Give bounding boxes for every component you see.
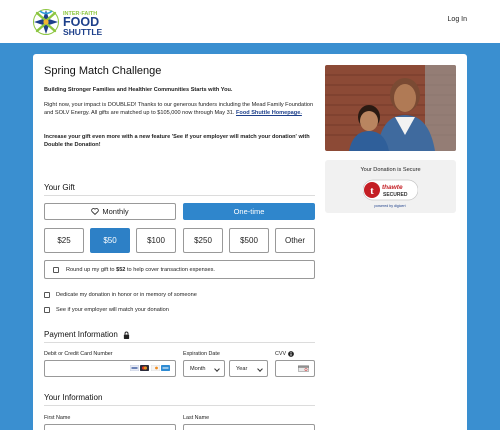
roundup-prefix: Round up my gift to	[66, 266, 115, 273]
employer-cta: Increase your gift even more with a new …	[44, 134, 310, 149]
svg-text:SHUTTLE: SHUTTLE	[63, 27, 103, 37]
homepage-link[interactable]: Food Shuttle Homepage.	[236, 110, 302, 116]
svg-text:powered by digicert: powered by digicert	[374, 204, 405, 208]
frequency-onetime-button[interactable]: One-time	[183, 203, 315, 220]
amount-100-button[interactable]: $100	[136, 228, 176, 253]
roundup-option[interactable]: Round up my gift to $52 to help cover tr…	[44, 260, 315, 279]
frequency-monthly-label: Monthly	[102, 207, 129, 216]
svg-text:thawte: thawte	[382, 184, 403, 191]
chevron-down-icon	[214, 366, 220, 372]
top-bar: INTER·FAITH FOOD SHUTTLE Log In	[0, 0, 500, 43]
chevron-down-icon	[257, 366, 263, 372]
discover-icon	[150, 365, 160, 371]
roundup-suffix: to help cover transaction expenses.	[126, 266, 215, 273]
interfaith-food-shuttle-logo[interactable]: INTER·FAITH FOOD SHUTTLE	[33, 6, 133, 38]
first-name-input[interactable]	[44, 424, 176, 430]
your-information-heading: Your Information	[44, 393, 103, 402]
divider	[44, 405, 315, 406]
thawte-seal[interactable]: t thawte SECURED powered by digicert	[363, 179, 418, 209]
employer-match-option[interactable]: See if your employer will match your don…	[44, 307, 169, 313]
campaign-photo	[325, 65, 456, 151]
roundup-amount: $52	[116, 266, 126, 273]
payment-heading-text: Payment Information	[44, 330, 118, 339]
heart-icon	[91, 208, 100, 215]
frequency-onetime-label: One-time	[233, 207, 265, 216]
info-icon[interactable]	[288, 351, 294, 357]
divider	[44, 342, 315, 343]
year-value: Year	[236, 365, 248, 372]
amount-other-button[interactable]: Other	[275, 228, 315, 253]
expiration-label: Expiration Date	[183, 351, 220, 357]
svg-text:t: t	[370, 185, 374, 197]
card-number-input[interactable]	[44, 360, 176, 377]
lock-icon	[123, 331, 129, 339]
security-badge-panel: Your Donation is Secure t thawte SECURED…	[325, 160, 456, 213]
card-number-label: Debit or Credit Card Number	[44, 351, 113, 357]
amount-25-button[interactable]: $25	[44, 228, 84, 253]
roundup-checkbox[interactable]	[53, 266, 59, 273]
your-gift-heading: Your Gift	[44, 183, 75, 192]
cvv-label-row: CVV	[275, 351, 294, 357]
card-brands	[129, 365, 170, 371]
visa-icon	[129, 365, 139, 371]
login-link[interactable]: Log In	[448, 16, 467, 23]
mastercard-icon	[140, 365, 149, 371]
amex-icon	[161, 365, 170, 371]
employer-match-label: See if your employer will match your don…	[56, 307, 169, 313]
svg-text:SECURED: SECURED	[383, 192, 408, 198]
dedicate-label: Dedicate my donation in honor or in memo…	[56, 292, 197, 298]
expiration-month-select[interactable]: Month	[183, 360, 225, 377]
divider	[44, 195, 315, 196]
employer-match-checkbox[interactable]	[44, 307, 50, 313]
cvv-card-icon	[298, 365, 309, 372]
last-name-label: Last Name	[183, 415, 210, 421]
amount-250-button[interactable]: $250	[183, 228, 223, 253]
secure-title: Your Donation is Secure	[360, 167, 421, 173]
campaign-body: Right now, your impact is DOUBLED! Thank…	[44, 101, 314, 118]
amount-50-button[interactable]: $50	[90, 228, 130, 253]
page-title: Spring Match Challenge	[44, 65, 162, 77]
dedicate-option[interactable]: Dedicate my donation in honor or in memo…	[44, 292, 197, 298]
cvv-label: CVV	[275, 351, 287, 357]
payment-heading: Payment Information	[44, 330, 130, 339]
dedicate-checkbox[interactable]	[44, 292, 50, 298]
cvv-input[interactable]	[275, 360, 315, 377]
first-name-label: First Name	[44, 415, 71, 421]
campaign-tagline: Building Stronger Families and Healthier…	[44, 87, 233, 93]
frequency-monthly-button[interactable]: Monthly	[44, 203, 176, 220]
amount-500-button[interactable]: $500	[229, 228, 269, 253]
last-name-input[interactable]	[183, 424, 315, 430]
donation-card: Spring Match Challenge Building Stronger…	[33, 54, 467, 430]
expiration-year-select[interactable]: Year	[229, 360, 268, 377]
month-value: Month	[190, 365, 206, 372]
